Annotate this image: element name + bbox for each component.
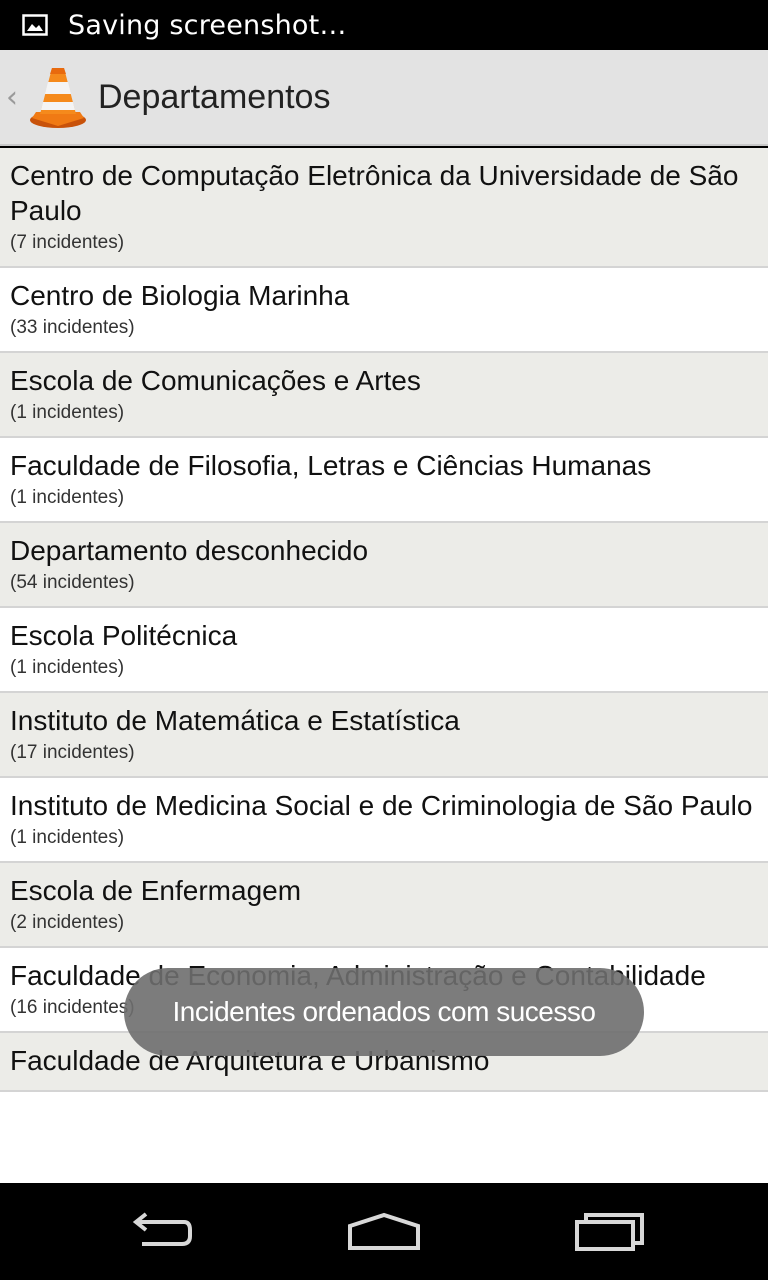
incident-count: (1 incidentes) — [10, 487, 125, 508]
recent-apps-icon — [575, 1213, 644, 1251]
department-name: Instituto de Matemática e Estatística — [10, 705, 460, 736]
department-name: Faculdade de Filosofia, Letras e Ciência… — [10, 450, 652, 481]
action-bar: ‹ Departamentos — [0, 50, 768, 146]
list-item[interactable]: Escola de Comunicações e Artes (1 incide… — [0, 353, 768, 438]
toast-message: Incidentes ordenados com sucesso — [124, 968, 644, 1056]
department-name: Escola de Comunicações e Artes — [10, 365, 421, 396]
department-name: Escola de Enfermagem — [10, 875, 302, 906]
department-name: Departamento desconhecido — [10, 535, 369, 566]
incident-count: (1 incidentes) — [10, 402, 125, 423]
list-item[interactable]: Instituto de Medicina Social e de Crimin… — [0, 778, 768, 863]
incident-count: (54 incidentes) — [10, 572, 135, 593]
recent-apps-button[interactable] — [565, 1207, 655, 1257]
incident-count: (1 incidentes) — [10, 827, 125, 848]
incident-count: (17 incidentes) — [10, 742, 135, 763]
incident-count: (7 incidentes) — [10, 232, 125, 253]
page-title: Departamentos — [98, 77, 331, 116]
department-name: Centro de Biologia Marinha — [10, 280, 350, 311]
back-icon — [132, 1212, 192, 1246]
home-icon — [348, 1212, 420, 1250]
list-item[interactable]: Escola Politécnica (1 incidentes) — [0, 608, 768, 693]
list-item[interactable]: Departamento desconhecido (54 incidentes… — [0, 523, 768, 608]
list-item[interactable]: Centro de Computação Eletrônica da Unive… — [0, 148, 768, 268]
status-notification-text: Saving screenshot… — [68, 9, 347, 41]
list-item[interactable]: Faculdade de Filosofia, Letras e Ciência… — [0, 438, 768, 523]
department-name: Centro de Computação Eletrônica da Unive… — [10, 160, 739, 226]
list-item[interactable]: Instituto de Matemática e Estatística (1… — [0, 693, 768, 778]
status-bar: Saving screenshot… — [0, 0, 768, 50]
back-button[interactable] — [114, 1207, 204, 1257]
department-name: Escola Politécnica — [10, 620, 238, 651]
home-button[interactable] — [339, 1207, 429, 1257]
image-icon — [22, 14, 48, 36]
up-caret-icon[interactable]: ‹ — [6, 80, 24, 115]
list-item[interactable]: Escola de Enfermagem (2 incidentes) — [0, 863, 768, 948]
department-name: Instituto de Medicina Social e de Crimin… — [10, 790, 753, 821]
list-item[interactable]: Centro de Biologia Marinha (33 incidente… — [0, 268, 768, 353]
navigation-bar — [0, 1183, 768, 1280]
traffic-cone-icon[interactable] — [26, 64, 90, 130]
incident-count: (2 incidentes) — [10, 912, 125, 933]
incident-count: (33 incidentes) — [10, 317, 135, 338]
incident-count: (1 incidentes) — [10, 657, 125, 678]
